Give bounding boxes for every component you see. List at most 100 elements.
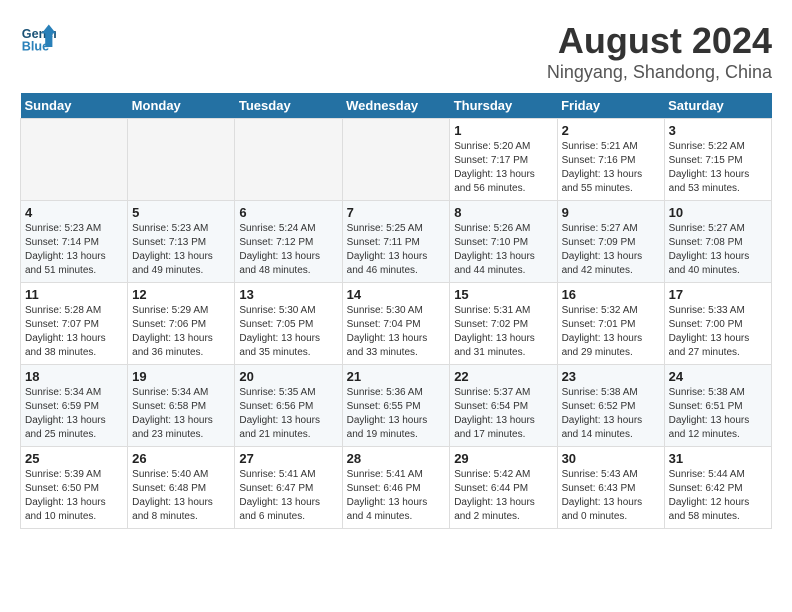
calendar-cell: 19Sunrise: 5:34 AM Sunset: 6:58 PM Dayli… [128,365,235,447]
day-of-week-saturday: Saturday [664,93,771,119]
calendar-week-1: 1 Sunrise: 5:20 AM Sunset: 7:17 PM Daylig… [21,119,772,201]
day-number: 12 [132,287,230,302]
day-number: 19 [132,369,230,384]
calendar-cell: 21Sunrise: 5:36 AM Sunset: 6:55 PM Dayli… [342,365,450,447]
day-number: 6 [239,205,337,220]
calendar-cell: 15 Sunrise: 5:31 AM Sunset: 7:02 PM Dayli… [450,283,557,365]
day-number: 5 [132,205,230,220]
day-info: Sunrise: 5:41 AM Sunset: 6:47 PM Dayligh… [239,468,337,524]
day-info: Sunrise: 5:23 AM Sunset: 7:13 PM Dayligh… [132,222,230,278]
day-number: 8 [454,205,552,220]
calendar-cell: 27 Sunrise: 5:41 AM Sunset: 6:47 PM Dayli… [235,447,342,529]
day-info: Sunrise: 5:30 AM Sunset: 7:04 PM Dayligh… [347,304,446,360]
calendar-cell [21,119,128,201]
day-info: Sunrise: 5:44 AM Sunset: 6:42 PM Dayligh… [669,468,767,524]
day-number: 14 [347,287,446,302]
calendar-cell: 8 Sunrise: 5:26 AM Sunset: 7:10 PM Daylig… [450,201,557,283]
day-number: 17 [669,287,767,302]
day-info: Sunrise: 5:35 AM Sunset: 6:56 PM Dayligh… [239,386,337,442]
main-title: August 2024 [547,20,772,62]
day-info: Sunrise: 5:33 AM Sunset: 7:00 PM Dayligh… [669,304,767,360]
calendar-cell: 2Sunrise: 5:21 AM Sunset: 7:16 PM Daylig… [557,119,664,201]
calendar-cell: 7 Sunrise: 5:25 AM Sunset: 7:11 PM Daylig… [342,201,450,283]
day-of-week-wednesday: Wednesday [342,93,450,119]
day-number: 26 [132,451,230,466]
day-info: Sunrise: 5:41 AM Sunset: 6:46 PM Dayligh… [347,468,446,524]
logo-icon: General Blue [20,20,56,56]
day-number: 28 [347,451,446,466]
calendar-week-3: 11 Sunrise: 5:28 AM Sunset: 7:07 PM Dayli… [21,283,772,365]
day-info: Sunrise: 5:25 AM Sunset: 7:11 PM Dayligh… [347,222,446,278]
day-number: 2 [562,123,660,138]
day-info: Sunrise: 5:22 AM Sunset: 7:15 PM Dayligh… [669,140,767,196]
day-of-week-friday: Friday [557,93,664,119]
calendar-cell: 31Sunrise: 5:44 AM Sunset: 6:42 PM Dayli… [664,447,771,529]
day-number: 22 [454,369,552,384]
day-info: Sunrise: 5:37 AM Sunset: 6:54 PM Dayligh… [454,386,552,442]
day-number: 3 [669,123,767,138]
calendar-cell: 1 Sunrise: 5:20 AM Sunset: 7:17 PM Daylig… [450,119,557,201]
day-number: 18 [25,369,123,384]
subtitle: Ningyang, Shandong, China [547,62,772,83]
day-number: 11 [25,287,123,302]
calendar-cell: 4 Sunrise: 5:23 AM Sunset: 7:14 PM Daylig… [21,201,128,283]
day-info: Sunrise: 5:38 AM Sunset: 6:52 PM Dayligh… [562,386,660,442]
day-info: Sunrise: 5:31 AM Sunset: 7:02 PM Dayligh… [454,304,552,360]
page-header: General Blue August 2024 Ningyang, Shand… [20,20,772,83]
calendar-cell [235,119,342,201]
day-info: Sunrise: 5:23 AM Sunset: 7:14 PM Dayligh… [25,222,123,278]
calendar-cell: 18Sunrise: 5:34 AM Sunset: 6:59 PM Dayli… [21,365,128,447]
day-info: Sunrise: 5:36 AM Sunset: 6:55 PM Dayligh… [347,386,446,442]
day-info: Sunrise: 5:24 AM Sunset: 7:12 PM Dayligh… [239,222,337,278]
day-number: 4 [25,205,123,220]
calendar-cell: 25Sunrise: 5:39 AM Sunset: 6:50 PM Dayli… [21,447,128,529]
calendar-cell: 22 Sunrise: 5:37 AM Sunset: 6:54 PM Dayli… [450,365,557,447]
day-info: Sunrise: 5:43 AM Sunset: 6:43 PM Dayligh… [562,468,660,524]
calendar-table: SundayMondayTuesdayWednesdayThursdayFrid… [20,93,772,529]
day-number: 27 [239,451,337,466]
day-info: Sunrise: 5:26 AM Sunset: 7:10 PM Dayligh… [454,222,552,278]
day-info: Sunrise: 5:28 AM Sunset: 7:07 PM Dayligh… [25,304,123,360]
day-number: 20 [239,369,337,384]
day-info: Sunrise: 5:38 AM Sunset: 6:51 PM Dayligh… [669,386,767,442]
day-number: 25 [25,451,123,466]
calendar-week-4: 18Sunrise: 5:34 AM Sunset: 6:59 PM Dayli… [21,365,772,447]
calendar-cell: 24Sunrise: 5:38 AM Sunset: 6:51 PM Dayli… [664,365,771,447]
logo: General Blue [20,20,56,56]
day-number: 23 [562,369,660,384]
day-number: 7 [347,205,446,220]
svg-text:Blue: Blue [22,40,49,54]
calendar-cell: 29 Sunrise: 5:42 AM Sunset: 6:44 PM Dayli… [450,447,557,529]
calendar-cell: 20 Sunrise: 5:35 AM Sunset: 6:56 PM Dayli… [235,365,342,447]
calendar-cell: 3 Sunrise: 5:22 AM Sunset: 7:15 PM Daylig… [664,119,771,201]
calendar-cell: 11 Sunrise: 5:28 AM Sunset: 7:07 PM Dayli… [21,283,128,365]
day-number: 30 [562,451,660,466]
day-info: Sunrise: 5:32 AM Sunset: 7:01 PM Dayligh… [562,304,660,360]
calendar-cell [128,119,235,201]
day-info: Sunrise: 5:30 AM Sunset: 7:05 PM Dayligh… [239,304,337,360]
day-number: 15 [454,287,552,302]
calendar-cell: 10Sunrise: 5:27 AM Sunset: 7:08 PM Dayli… [664,201,771,283]
calendar-cell: 9 Sunrise: 5:27 AM Sunset: 7:09 PM Daylig… [557,201,664,283]
calendar-cell: 17 Sunrise: 5:33 AM Sunset: 7:00 PM Dayli… [664,283,771,365]
day-of-week-sunday: Sunday [21,93,128,119]
calendar-cell: 23 Sunrise: 5:38 AM Sunset: 6:52 PM Dayli… [557,365,664,447]
day-of-week-thursday: Thursday [450,93,557,119]
calendar-cell: 13 Sunrise: 5:30 AM Sunset: 7:05 PM Dayli… [235,283,342,365]
day-info: Sunrise: 5:27 AM Sunset: 7:08 PM Dayligh… [669,222,767,278]
day-info: Sunrise: 5:42 AM Sunset: 6:44 PM Dayligh… [454,468,552,524]
calendar-week-5: 25Sunrise: 5:39 AM Sunset: 6:50 PM Dayli… [21,447,772,529]
calendar-cell [342,119,450,201]
day-of-week-tuesday: Tuesday [235,93,342,119]
calendar-cell: 28 Sunrise: 5:41 AM Sunset: 6:46 PM Dayli… [342,447,450,529]
day-number: 29 [454,451,552,466]
day-number: 9 [562,205,660,220]
day-info: Sunrise: 5:20 AM Sunset: 7:17 PM Dayligh… [454,140,552,196]
calendar-cell: 12Sunrise: 5:29 AM Sunset: 7:06 PM Dayli… [128,283,235,365]
day-number: 13 [239,287,337,302]
day-number: 16 [562,287,660,302]
calendar-cell: 5 Sunrise: 5:23 AM Sunset: 7:13 PM Daylig… [128,201,235,283]
day-info: Sunrise: 5:27 AM Sunset: 7:09 PM Dayligh… [562,222,660,278]
day-number: 1 [454,123,552,138]
calendar-cell: 26Sunrise: 5:40 AM Sunset: 6:48 PM Dayli… [128,447,235,529]
